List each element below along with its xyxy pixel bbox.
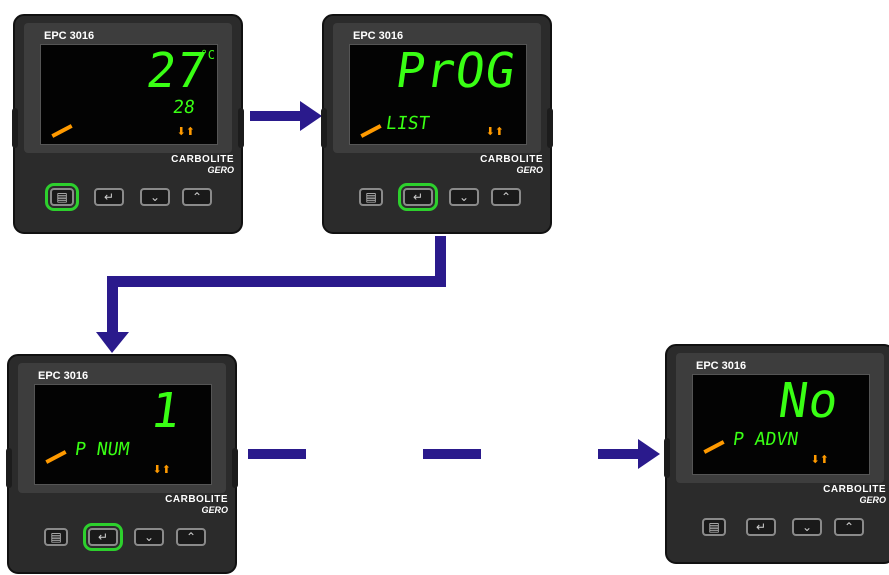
enter-button[interactable]: ↵: [83, 523, 123, 551]
enter-icon: ↵: [755, 520, 767, 534]
lcd-display: PrOG LIST ⬇⬆: [349, 43, 527, 145]
brand-logo: CARBOLITE GERO: [480, 154, 543, 175]
ramp-indicator: [703, 440, 725, 454]
brand-logo: CARBOLITE GERO: [171, 154, 234, 175]
main-reading: PrOG: [392, 43, 520, 99]
elbow-horizontal: [107, 276, 446, 287]
page-icon: ▤: [365, 190, 377, 204]
up-button[interactable]: ⌃: [834, 518, 864, 536]
page-button[interactable]: ▤: [44, 528, 68, 546]
chevron-up-icon: ⌃: [843, 520, 855, 534]
chevron-up-icon: ⌃: [191, 190, 203, 204]
enter-icon: ↵: [412, 190, 424, 204]
up-down-arrows-icon: ⬇⬆: [810, 454, 829, 466]
model-label: EPC 3016: [353, 30, 404, 42]
dash-3-shaft: [598, 449, 640, 459]
dash-1: [248, 449, 306, 459]
chevron-down-icon: ⌄: [801, 520, 813, 534]
sub-reading: P NUM: [73, 439, 131, 460]
sub-reading: P ADVN: [731, 429, 800, 450]
page-icon: ▤: [56, 190, 68, 204]
enter-button[interactable]: ↵: [94, 188, 124, 206]
brand-line-1: CARBOLITE: [165, 494, 228, 505]
brand-line-1: CARBOLITE: [171, 154, 234, 165]
brand-line-2: GERO: [859, 495, 886, 505]
model-label: EPC 3016: [38, 370, 89, 382]
down-button[interactable]: ⌄: [140, 188, 170, 206]
elbow-vertical-down: [107, 276, 118, 336]
ramp-indicator: [360, 124, 382, 138]
chevron-down-icon: ⌄: [458, 190, 470, 204]
page-button[interactable]: ▤: [45, 183, 79, 211]
arrow-1-2-shaft: [250, 111, 302, 121]
chevron-down-icon: ⌄: [143, 530, 155, 544]
page-button[interactable]: ▤: [359, 188, 383, 206]
up-down-arrows-icon: ⬇⬆: [485, 126, 504, 138]
elbow-head: [96, 332, 129, 353]
chevron-down-icon: ⌄: [149, 190, 161, 204]
enter-button[interactable]: ↵: [398, 183, 438, 211]
up-button[interactable]: ⌃: [491, 188, 521, 206]
sub-reading: LIST: [384, 113, 431, 134]
up-down-arrows-icon: ⬇⬆: [152, 464, 171, 476]
enter-button[interactable]: ↵: [746, 518, 776, 536]
dash-2: [423, 449, 481, 459]
controller-2: EPC 3016 PrOG LIST ⬇⬆ CARBOLITE GERO ▤ ↵…: [321, 13, 555, 235]
down-button[interactable]: ⌄: [449, 188, 479, 206]
dash-3-head: [638, 439, 660, 469]
brand-line-1: CARBOLITE: [480, 154, 543, 165]
up-button[interactable]: ⌃: [176, 528, 206, 546]
up-button[interactable]: ⌃: [182, 188, 212, 206]
model-label: EPC 3016: [44, 30, 95, 42]
brand-logo: CARBOLITE GERO: [165, 494, 228, 515]
lcd-display: No P ADVN ⬇⬆: [692, 373, 870, 475]
lcd-display: 1 P NUM ⬇⬆: [34, 383, 212, 485]
brand-line-2: GERO: [207, 165, 234, 175]
ramp-indicator: [51, 124, 73, 138]
page-icon: ▤: [708, 520, 720, 534]
down-button[interactable]: ⌄: [792, 518, 822, 536]
sub-reading: 28: [171, 97, 197, 118]
ramp-indicator: [45, 450, 67, 464]
model-label: EPC 3016: [696, 360, 747, 372]
chevron-up-icon: ⌃: [500, 190, 512, 204]
arrow-1-2-head: [300, 101, 322, 131]
lcd-display: 27 °C 28 ⬇⬆: [40, 43, 218, 145]
page-icon: ▤: [50, 530, 62, 544]
unit-label: °C: [200, 48, 215, 62]
page-button[interactable]: ▤: [702, 518, 726, 536]
down-button[interactable]: ⌄: [134, 528, 164, 546]
enter-icon: ↵: [103, 190, 115, 204]
controller-3: EPC 3016 1 P NUM ⬇⬆ CARBOLITE GERO ▤ ↵ ⌄…: [6, 353, 240, 575]
controller-4: EPC 3016 No P ADVN ⬇⬆ CARBOLITE GERO ▤ ↵…: [664, 343, 889, 565]
up-down-arrows-icon: ⬇⬆: [176, 126, 195, 138]
main-reading: No: [775, 373, 843, 429]
brand-logo: CARBOLITE GERO: [823, 484, 886, 505]
brand-line-1: CARBOLITE: [823, 484, 886, 495]
brand-line-2: GERO: [516, 165, 543, 175]
brand-line-2: GERO: [201, 505, 228, 515]
main-reading: 1: [147, 383, 185, 439]
enter-icon: ↵: [97, 530, 109, 544]
controller-1: EPC 3016 27 °C 28 ⬇⬆ CARBOLITE GERO ▤ ↵ …: [12, 13, 246, 235]
chevron-up-icon: ⌃: [185, 530, 197, 544]
